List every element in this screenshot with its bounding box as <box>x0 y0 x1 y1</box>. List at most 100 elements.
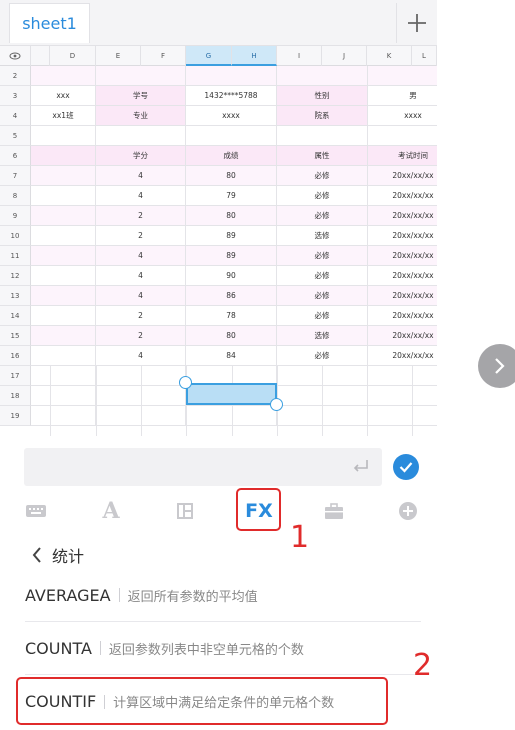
table-cell[interactable]: xxxx <box>368 106 437 126</box>
table-cell[interactable]: 必修 <box>277 166 368 186</box>
column-header[interactable]: D <box>50 46 96 66</box>
table-cell[interactable] <box>96 66 186 86</box>
table-cell[interactable]: 成绩 <box>186 146 277 166</box>
table-cell[interactable]: 必修 <box>277 186 368 206</box>
table-cell[interactable] <box>368 366 437 386</box>
column-header[interactable] <box>31 46 50 66</box>
add-sheet-button[interactable] <box>396 3 437 43</box>
column-header[interactable]: J <box>322 46 367 66</box>
table-cell[interactable]: 4 <box>96 186 186 206</box>
table-cell[interactable]: xxx <box>31 86 96 106</box>
table-cell[interactable] <box>186 126 277 146</box>
table-cell[interactable]: 20xx/xx/xx <box>368 206 437 226</box>
table-cell[interactable] <box>186 66 277 86</box>
table-cell[interactable] <box>31 166 96 186</box>
enter-icon[interactable] <box>352 457 370 475</box>
row-header[interactable]: 2 <box>0 66 31 86</box>
table-cell[interactable]: 选修 <box>277 226 368 246</box>
table-cell[interactable]: 80 <box>186 206 277 226</box>
row-header[interactable]: 5 <box>0 126 31 146</box>
table-cell[interactable]: 学号 <box>96 86 186 106</box>
spreadsheet-grid[interactable]: DEFGHIJKL 2 3 xxx 学号 1432****5788 性别男 4 xx1班 专业 x… <box>0 46 437 436</box>
function-item-counta[interactable]: COUNTA 返回参数列表中非空单元格的个数 <box>25 622 421 675</box>
table-cell[interactable]: 80 <box>186 326 277 346</box>
eye-icon[interactable] <box>0 46 31 66</box>
table-cell[interactable]: 专业 <box>96 106 186 126</box>
table-cell[interactable] <box>277 126 368 146</box>
column-header[interactable]: E <box>96 46 141 66</box>
table-cell[interactable]: 20xx/xx/xx <box>368 306 437 326</box>
tools-button[interactable] <box>322 496 346 526</box>
row-header[interactable]: 12 <box>0 266 31 286</box>
column-header[interactable]: L <box>412 46 437 66</box>
table-cell[interactable] <box>31 146 96 166</box>
table-cell[interactable]: 90 <box>186 266 277 286</box>
table-cell[interactable] <box>31 326 96 346</box>
column-header[interactable]: H <box>232 46 277 66</box>
table-cell[interactable]: 78 <box>186 306 277 326</box>
table-cell[interactable] <box>31 386 96 406</box>
table-cell[interactable]: 必修 <box>277 306 368 326</box>
table-cell[interactable]: 男 <box>368 86 437 106</box>
table-cell[interactable]: 4 <box>96 266 186 286</box>
row-header[interactable]: 7 <box>0 166 31 186</box>
table-cell[interactable]: 20xx/xx/xx <box>368 166 437 186</box>
table-cell[interactable]: 必修 <box>277 286 368 306</box>
table-cell[interactable] <box>31 66 96 86</box>
table-cell[interactable]: 20xx/xx/xx <box>368 226 437 246</box>
table-cell[interactable]: 2 <box>96 206 186 226</box>
next-page-button[interactable] <box>478 344 515 388</box>
row-header[interactable]: 15 <box>0 326 31 346</box>
row-header[interactable]: 13 <box>0 286 31 306</box>
table-cell[interactable]: 20xx/xx/xx <box>368 286 437 306</box>
table-cell[interactable]: 2 <box>96 226 186 246</box>
table-cell[interactable] <box>31 406 96 426</box>
table-cell[interactable] <box>31 186 96 206</box>
row-header[interactable]: 6 <box>0 146 31 166</box>
function-category-back[interactable]: 统计 <box>32 543 84 567</box>
column-header[interactable]: K <box>367 46 412 66</box>
table-cell[interactable]: 4 <box>96 246 186 266</box>
table-cell[interactable]: 必修 <box>277 206 368 226</box>
column-header[interactable]: I <box>277 46 322 66</box>
table-cell[interactable]: 4 <box>96 286 186 306</box>
confirm-button[interactable] <box>393 454 419 480</box>
table-cell[interactable] <box>31 366 96 386</box>
table-cell[interactable] <box>368 386 437 406</box>
table-cell[interactable] <box>96 126 186 146</box>
table-cell[interactable]: 80 <box>186 166 277 186</box>
table-cell[interactable] <box>31 286 96 306</box>
font-button[interactable]: A <box>96 496 126 526</box>
table-cell[interactable]: xx1班 <box>31 106 96 126</box>
table-cell[interactable] <box>31 346 96 366</box>
selected-cell-range[interactable] <box>186 383 277 405</box>
table-cell[interactable]: 86 <box>186 286 277 306</box>
table-cell[interactable] <box>277 66 368 86</box>
table-cell[interactable] <box>368 406 437 426</box>
row-header[interactable]: 11 <box>0 246 31 266</box>
table-cell[interactable]: 20xx/xx/xx <box>368 266 437 286</box>
insert-button[interactable] <box>396 496 420 526</box>
table-cell[interactable]: 必修 <box>277 266 368 286</box>
sheet-tab-sheet1[interactable]: sheet1 <box>9 3 90 43</box>
table-cell[interactable] <box>31 246 96 266</box>
table-cell[interactable]: 必修 <box>277 346 368 366</box>
table-cell[interactable]: 性别 <box>277 86 368 106</box>
table-cell[interactable]: 89 <box>186 226 277 246</box>
selection-handle-end[interactable] <box>270 398 283 411</box>
table-cell[interactable]: 20xx/xx/xx <box>368 346 437 366</box>
table-cell[interactable]: 必修 <box>277 246 368 266</box>
layout-button[interactable] <box>172 496 198 526</box>
keyboard-button[interactable] <box>22 496 50 526</box>
row-header[interactable]: 19 <box>0 406 31 426</box>
table-cell[interactable] <box>31 306 96 326</box>
table-cell[interactable]: 84 <box>186 346 277 366</box>
table-cell[interactable]: 选修 <box>277 326 368 346</box>
row-header[interactable]: 16 <box>0 346 31 366</box>
table-cell[interactable]: 院系 <box>277 106 368 126</box>
table-cell[interactable]: 79 <box>186 186 277 206</box>
function-item-averagea[interactable]: AVERAGEA 返回所有参数的平均值 <box>25 569 421 622</box>
row-header[interactable]: 18 <box>0 386 31 406</box>
table-cell[interactable]: 2 <box>96 326 186 346</box>
table-cell[interactable]: 学分 <box>96 146 186 166</box>
